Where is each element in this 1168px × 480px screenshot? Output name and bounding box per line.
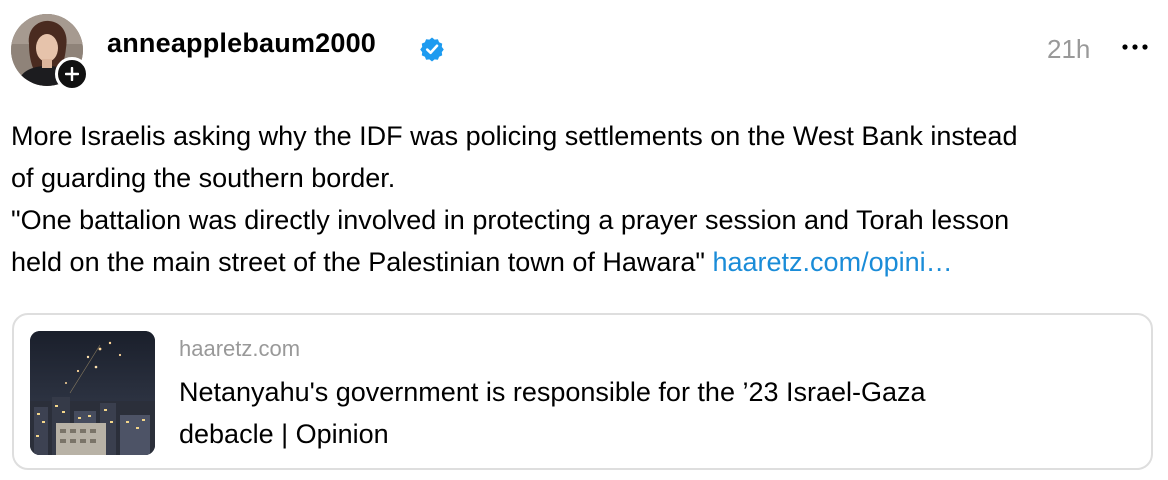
- verified-badge-icon: [420, 37, 444, 62]
- plus-icon: [65, 67, 79, 81]
- post-text-line: "One battalion was directly involved in …: [11, 205, 1010, 235]
- post-timestamp[interactable]: 21h: [1047, 36, 1090, 62]
- thread-post: anneapplebaum2000 21h More Israelis aski…: [0, 0, 1168, 480]
- post-text-line: More Israelis asking why the IDF was pol…: [11, 121, 1018, 151]
- follow-button[interactable]: [55, 57, 89, 91]
- link-preview-thumbnail[interactable]: [30, 331, 155, 455]
- post-body: More Israelis asking why the IDF was pol…: [11, 115, 1161, 283]
- link-preview-title: Netanyahu's government is responsible fo…: [179, 371, 1079, 455]
- post-text-line: held on the main street of the Palestini…: [11, 247, 705, 277]
- link-preview-card[interactable]: haaretz.com Netanyahu's government is re…: [12, 313, 1153, 470]
- post-link[interactable]: haaretz.com/opini…: [713, 247, 953, 277]
- post-text-last-line: held on the main street of the Palestini…: [11, 241, 1161, 283]
- more-options-icon: [1122, 44, 1148, 50]
- author-avatar-container[interactable]: [11, 14, 89, 91]
- post-text-line: of guarding the southern border.: [11, 163, 396, 193]
- link-preview-title-line: Netanyahu's government is responsible fo…: [179, 377, 926, 407]
- more-options-button[interactable]: [1118, 35, 1152, 59]
- link-preview-title-line: debacle | Opinion: [179, 419, 389, 449]
- link-preview-domain: haaretz.com: [179, 336, 301, 361]
- author-username[interactable]: anneapplebaum2000: [107, 30, 376, 57]
